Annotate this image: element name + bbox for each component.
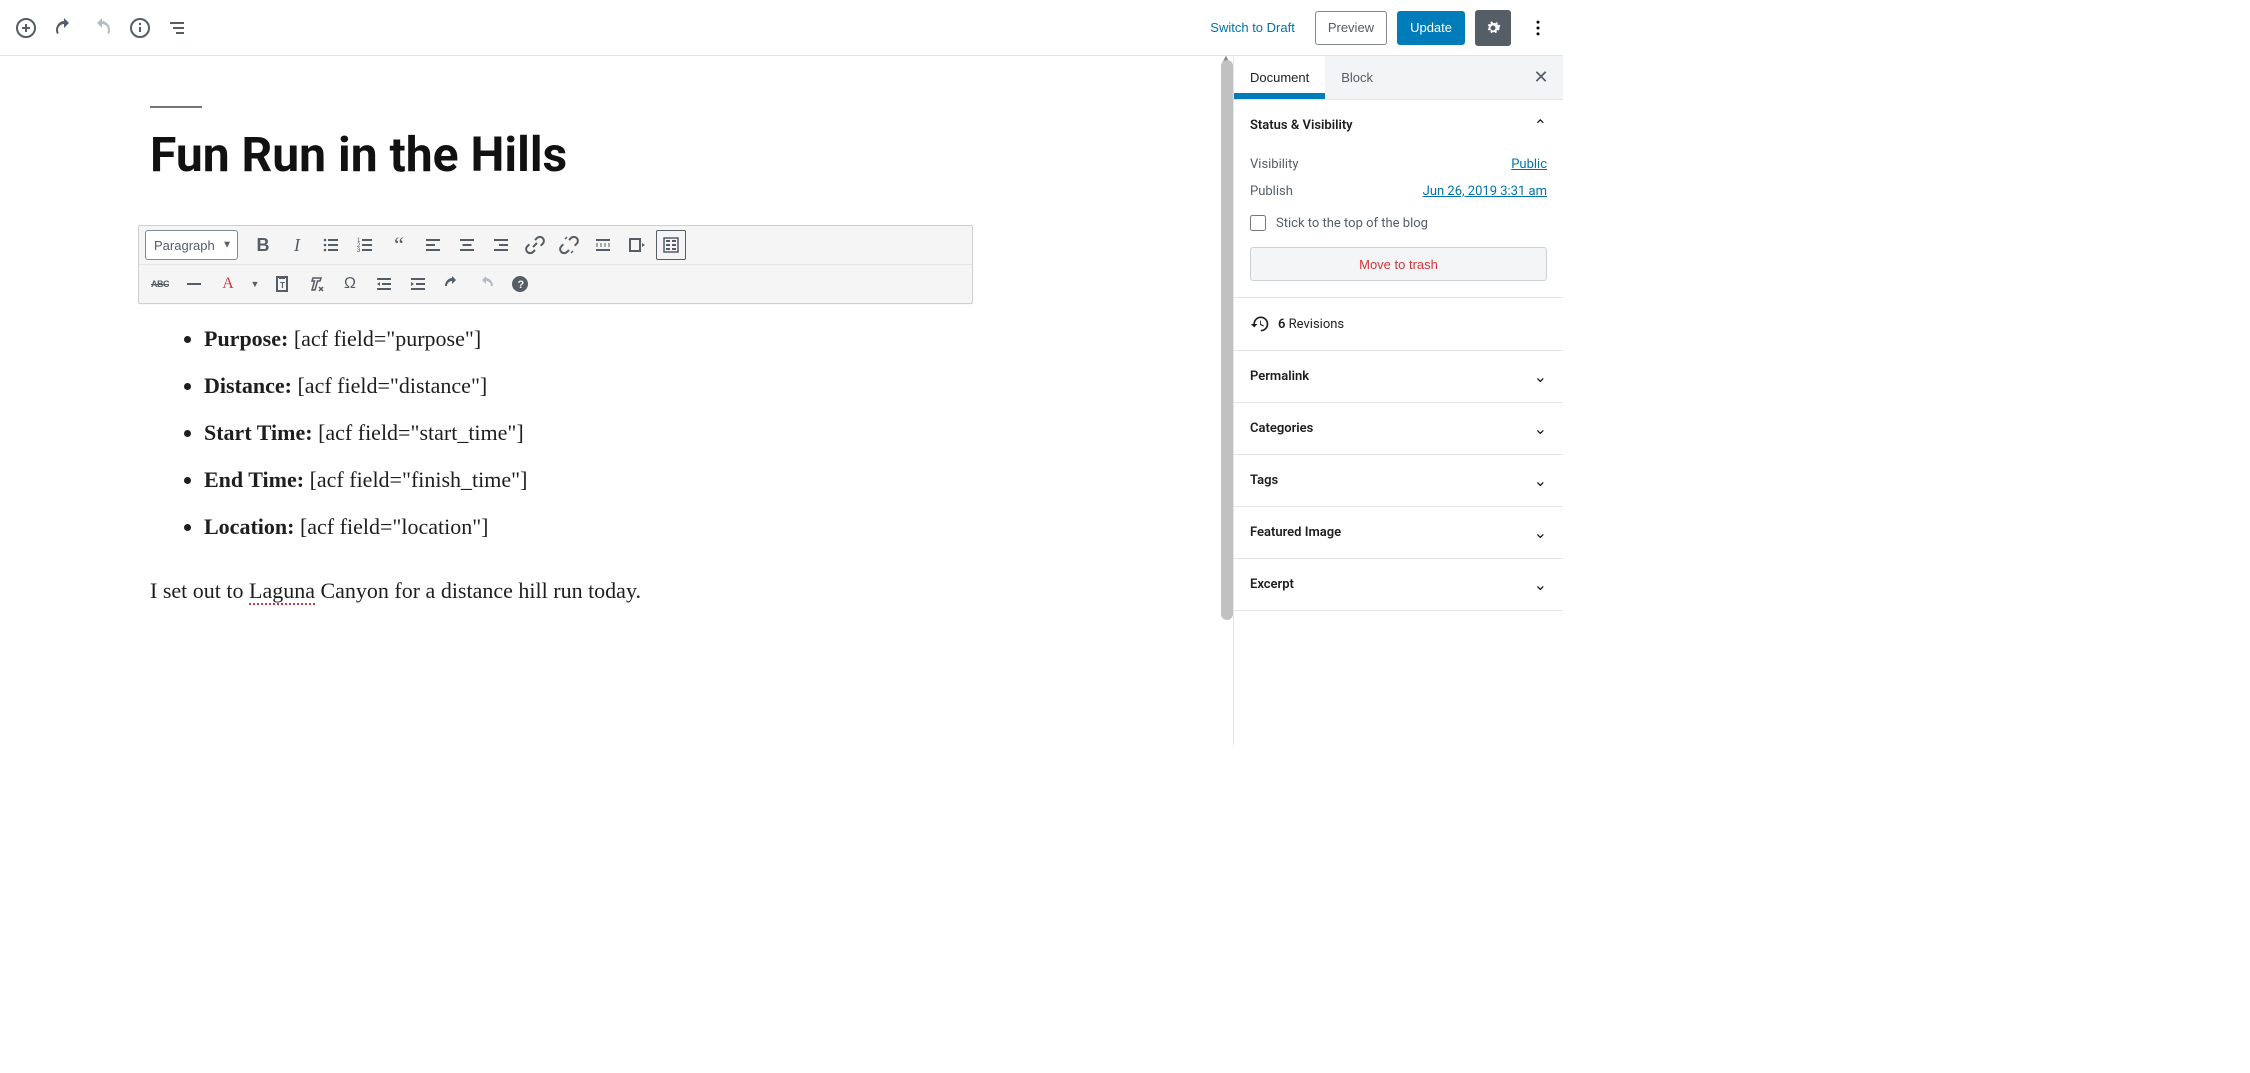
visibility-value-link[interactable]: Public (1511, 157, 1547, 172)
editor-topbar: Switch to Draft Preview Update (0, 0, 1563, 56)
panel-permalink[interactable]: Permalink⌄ (1234, 351, 1563, 402)
body-paragraph[interactable]: I set out to Laguna Canyon for a distanc… (150, 578, 830, 604)
chevron-down-icon: ⌄ (1534, 523, 1547, 542)
link-button[interactable] (520, 230, 550, 260)
chevron-up-icon: ⌃ (1534, 116, 1547, 135)
align-right-button[interactable] (486, 230, 516, 260)
indent-button[interactable] (403, 269, 433, 299)
editor-canvas: ▲ Fun Run in the Hills Paragraph B I 123 (0, 56, 1233, 745)
content-list[interactable]: Purpose: [acf field="purpose"] Distance: … (150, 328, 830, 538)
tab-block[interactable]: Block (1325, 56, 1389, 99)
svg-text:3: 3 (357, 248, 361, 254)
list-item[interactable]: Start Time: [acf field="start_time"] (204, 422, 830, 444)
publish-label: Publish (1250, 184, 1293, 199)
visibility-label: Visibility (1250, 157, 1299, 172)
outdent-button[interactable] (369, 269, 399, 299)
unlink-button[interactable] (554, 230, 584, 260)
switch-to-draft-button[interactable]: Switch to Draft (1200, 20, 1305, 35)
numbered-list-button[interactable]: 123 (350, 230, 380, 260)
list-item[interactable]: Distance: [acf field="distance"] (204, 375, 830, 397)
horizontal-rule-button[interactable] (179, 269, 209, 299)
paste-text-button[interactable]: T (267, 269, 297, 299)
svg-text:T: T (280, 281, 285, 290)
panel-tags[interactable]: Tags⌄ (1234, 455, 1563, 506)
close-sidebar-button[interactable]: ✕ (1519, 56, 1563, 99)
sticky-checkbox-row[interactable]: Stick to the top of the blog (1250, 205, 1547, 247)
undo-editor-button[interactable] (437, 269, 467, 299)
insert-more-button[interactable] (588, 230, 618, 260)
history-icon (1250, 314, 1270, 334)
text-color-dropdown[interactable]: ▼ (247, 269, 263, 299)
list-item[interactable]: Purpose: [acf field="purpose"] (204, 328, 830, 350)
panel-excerpt[interactable]: Excerpt⌄ (1234, 559, 1563, 610)
publish-date-link[interactable]: Jun 26, 2019 3:31 am (1423, 184, 1547, 199)
settings-sidebar: Document Block ✕ Status & Visibility ⌃ V… (1233, 56, 1563, 745)
add-block-button[interactable] (8, 10, 44, 46)
panel-categories[interactable]: Categories⌄ (1234, 403, 1563, 454)
settings-button[interactable] (1475, 10, 1511, 46)
spellcheck-word: Laguna (249, 578, 315, 605)
revisions-link[interactable]: 6 Revisions (1234, 298, 1563, 351)
sticky-checkbox[interactable] (1250, 215, 1266, 231)
chevron-down-icon: ⌄ (1534, 575, 1547, 594)
panel-featured-image[interactable]: Featured Image⌄ (1234, 507, 1563, 558)
text-color-button[interactable]: A (213, 269, 243, 299)
special-char-button[interactable]: Ω (335, 269, 365, 299)
update-button[interactable]: Update (1397, 11, 1465, 45)
move-to-trash-button[interactable]: Move to trash (1250, 247, 1547, 281)
clear-formatting-button[interactable] (301, 269, 331, 299)
chevron-down-icon: ⌄ (1534, 367, 1547, 386)
redo-editor-button[interactable] (471, 269, 501, 299)
chevron-down-icon: ⌄ (1534, 419, 1547, 438)
align-center-button[interactable] (452, 230, 482, 260)
italic-button[interactable]: I (282, 230, 312, 260)
wpadverts-button[interactable] (622, 230, 652, 260)
undo-button[interactable] (46, 10, 82, 46)
bullet-list-button[interactable] (316, 230, 346, 260)
strikethrough-button[interactable]: ABC (145, 269, 175, 299)
more-menu-button[interactable] (1521, 11, 1555, 45)
sticky-label: Stick to the top of the blog (1276, 216, 1428, 231)
scrollbar[interactable]: ▲ (1221, 56, 1233, 745)
title-rule (150, 106, 202, 108)
block-navigation-button[interactable] (160, 10, 196, 46)
align-left-button[interactable] (418, 230, 448, 260)
redo-button[interactable] (84, 10, 120, 46)
blockquote-button[interactable]: “ (384, 230, 414, 260)
panel-status-visibility[interactable]: Status & Visibility ⌃ (1234, 100, 1563, 151)
help-button[interactable]: ? (505, 269, 535, 299)
preview-button[interactable]: Preview (1315, 11, 1387, 45)
chevron-down-icon: ⌄ (1534, 471, 1547, 490)
post-title[interactable]: Fun Run in the Hills (150, 126, 830, 183)
classic-editor-toolbar: Paragraph B I 123 “ (138, 225, 973, 304)
tab-document[interactable]: Document (1234, 56, 1325, 99)
content-info-button[interactable] (122, 10, 158, 46)
bold-button[interactable]: B (248, 230, 278, 260)
list-item[interactable]: Location: [acf field="location"] (204, 516, 830, 538)
format-select[interactable]: Paragraph (145, 230, 238, 260)
list-item[interactable]: End Time: [acf field="finish_time"] (204, 469, 830, 491)
toolbar-toggle-button[interactable] (656, 230, 686, 260)
svg-text:?: ? (518, 279, 525, 291)
